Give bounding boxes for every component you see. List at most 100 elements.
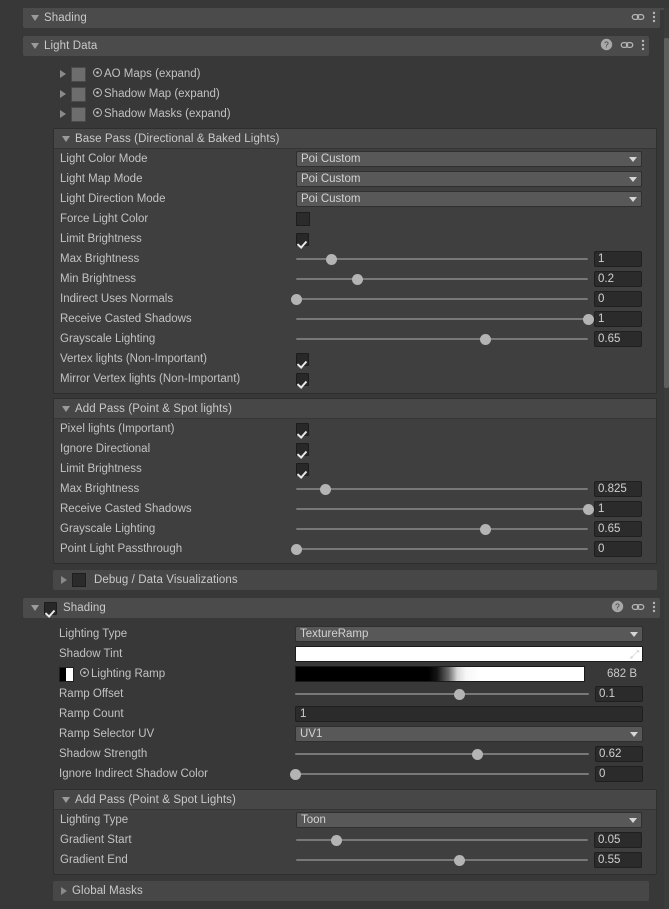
checkbox-limit-brightness[interactable] (296, 232, 309, 246)
numfield-shadow-strength[interactable]: 0.62 (595, 746, 643, 762)
numfield-min-brightness[interactable]: 0.2 (594, 271, 642, 287)
numfield-indirect-uses-normals[interactable]: 0 (594, 291, 642, 307)
checkbox-limit-brightness-add[interactable] (296, 462, 309, 476)
color-swatch-shadow-tint[interactable] (296, 647, 642, 661)
slider-receive-casted-shadows[interactable] (296, 310, 594, 328)
numfield-grayscale-lighting-add[interactable]: 0.65 (594, 521, 642, 537)
help-icon[interactable]: ? (600, 38, 613, 54)
slider-grayscale-lighting[interactable] (296, 330, 588, 348)
foldout-debug-visualizations[interactable]: Debug / Data Visualizations (53, 570, 657, 590)
texture-preview-box[interactable] (71, 66, 86, 82)
slider-max-brightness-add[interactable] (296, 480, 588, 498)
chevron-down-icon[interactable] (31, 43, 39, 49)
numfield-max-brightness[interactable]: 1 (594, 251, 642, 267)
kebab-menu-icon[interactable] (652, 10, 656, 27)
chevron-right-icon[interactable] (60, 90, 66, 98)
slider-max-brightness[interactable] (296, 250, 588, 268)
slider-knob[interactable] (454, 854, 466, 866)
dropdown-ramp-selector-uv[interactable]: UV1 (295, 726, 643, 742)
chevron-down-icon[interactable] (62, 796, 70, 803)
chevron-right-icon[interactable] (60, 70, 66, 78)
chevron-right-icon[interactable] (61, 887, 67, 895)
chevron-down-icon[interactable] (31, 15, 39, 21)
texture-preview-box[interactable] (71, 106, 86, 122)
chevron-down-icon[interactable] (62, 405, 70, 412)
dropdown-light-map-mode[interactable]: Poi Custom (296, 171, 642, 187)
slider-knob[interactable] (325, 253, 337, 265)
slider-knob[interactable] (351, 273, 363, 285)
foldout-global-masks[interactable]: Global Masks (53, 881, 649, 901)
slider-knob[interactable] (480, 523, 492, 535)
slider-knob[interactable] (471, 748, 483, 760)
scrollbar-vertical[interactable] (664, 8, 669, 909)
chevron-down-icon[interactable] (31, 605, 39, 611)
list-item-texture[interactable]: Shadow Masks (expand) (0, 104, 669, 124)
slider-ramp-offset[interactable] (295, 685, 589, 703)
dropdown-light-direction-mode[interactable]: Poi Custom (296, 191, 642, 207)
slider-gradient-start[interactable] (296, 831, 588, 849)
kebab-menu-icon[interactable] (652, 600, 656, 617)
list-item-texture[interactable]: Shadow Map (expand) (0, 84, 669, 104)
slider-knob[interactable] (319, 483, 331, 495)
numfield-point-light-passthrough[interactable]: 0 (594, 541, 642, 557)
gradient-ramp-preview[interactable] (295, 666, 585, 682)
foldout-shading-section[interactable]: Shading ? (23, 598, 660, 618)
numfield-gradient-start[interactable]: 0.05 (594, 832, 642, 848)
chevron-right-icon[interactable] (60, 110, 66, 118)
colorfield-shadow-tint[interactable] (295, 646, 643, 662)
dropdown-lighting-type[interactable]: TextureRamp (295, 626, 643, 642)
slider-point-light-passthrough[interactable] (290, 540, 588, 558)
dropdown-lighting-type-add[interactable]: Toon (296, 812, 642, 828)
slider-knob[interactable] (290, 293, 302, 305)
texture-preview-box[interactable] (71, 86, 86, 102)
foldout-add-pass-lightdata[interactable]: Add Pass (Point & Spot lights) (54, 399, 656, 419)
eyedropper-icon[interactable] (628, 646, 641, 662)
slider-knob[interactable] (331, 834, 343, 846)
checkbox-mirror-vertex-lights[interactable] (296, 372, 309, 386)
checkbox-pixel-lights[interactable] (296, 422, 309, 436)
slider-knob[interactable] (290, 543, 302, 555)
checkbox-shading-enabled[interactable] (44, 601, 57, 615)
link-icon[interactable] (631, 10, 645, 27)
checkbox-vertex-lights[interactable] (296, 352, 309, 366)
color-swatch-debug[interactable] (72, 573, 86, 587)
numfield-receive-casted-shadows-add[interactable]: 1 (594, 501, 642, 517)
foldout-add-pass-shading[interactable]: Add Pass (Point & Spot Lights) (54, 790, 656, 810)
slider-ignore-indirect-shadow-color[interactable] (289, 765, 589, 783)
slider-grayscale-lighting-add[interactable] (296, 520, 588, 538)
slider-knob[interactable] (480, 333, 492, 345)
numfield-ramp-offset[interactable]: 0.1 (595, 686, 643, 702)
slider-shadow-strength[interactable] (295, 745, 589, 763)
checkbox-ignore-directional[interactable] (296, 442, 309, 456)
slider-knob[interactable] (289, 768, 301, 780)
slider-indirect-uses-normals[interactable] (290, 290, 588, 308)
numfield-grayscale-lighting[interactable]: 0.65 (594, 331, 642, 347)
color-swatch-force-light-color[interactable] (296, 212, 310, 226)
slider-knob[interactable] (582, 503, 594, 515)
chevron-right-icon[interactable] (61, 576, 67, 584)
foldout-shading-root[interactable]: Shading (23, 8, 660, 28)
slider-knob[interactable] (582, 313, 594, 325)
foldout-base-pass[interactable]: Base Pass (Directional & Baked Lights) (54, 129, 656, 149)
chevron-down-icon[interactable] (62, 135, 70, 142)
slider-gradient-end[interactable] (296, 851, 588, 869)
slider-min-brightness[interactable] (296, 270, 588, 288)
svg-text:?: ? (615, 602, 620, 612)
texture-thumbnail-lighting-ramp[interactable] (59, 666, 74, 682)
textfield-ramp-count[interactable]: 1 (295, 706, 643, 722)
dropdown-light-color-mode[interactable]: Poi Custom (296, 151, 642, 167)
scrollbar-thumb[interactable] (664, 38, 669, 388)
numfield-receive-casted-shadows[interactable]: 1 (594, 311, 642, 327)
slider-knob[interactable] (454, 688, 466, 700)
link-icon[interactable] (631, 600, 645, 617)
numfield-ignore-indirect-shadow-color[interactable]: 0 (595, 766, 643, 782)
list-item-texture[interactable]: AO Maps (expand) (0, 64, 669, 84)
help-icon[interactable]: ? (611, 600, 624, 616)
kebab-menu-icon[interactable] (641, 38, 645, 55)
slider-receive-casted-shadows-add[interactable] (296, 500, 594, 518)
foldout-light-data[interactable]: Light Data ? (23, 36, 649, 56)
row-label: Max Brightness (60, 483, 140, 495)
link-icon[interactable] (620, 38, 634, 55)
numfield-gradient-end[interactable]: 0.55 (594, 852, 642, 868)
numfield-max-brightness-add[interactable]: 0.825 (594, 481, 642, 497)
